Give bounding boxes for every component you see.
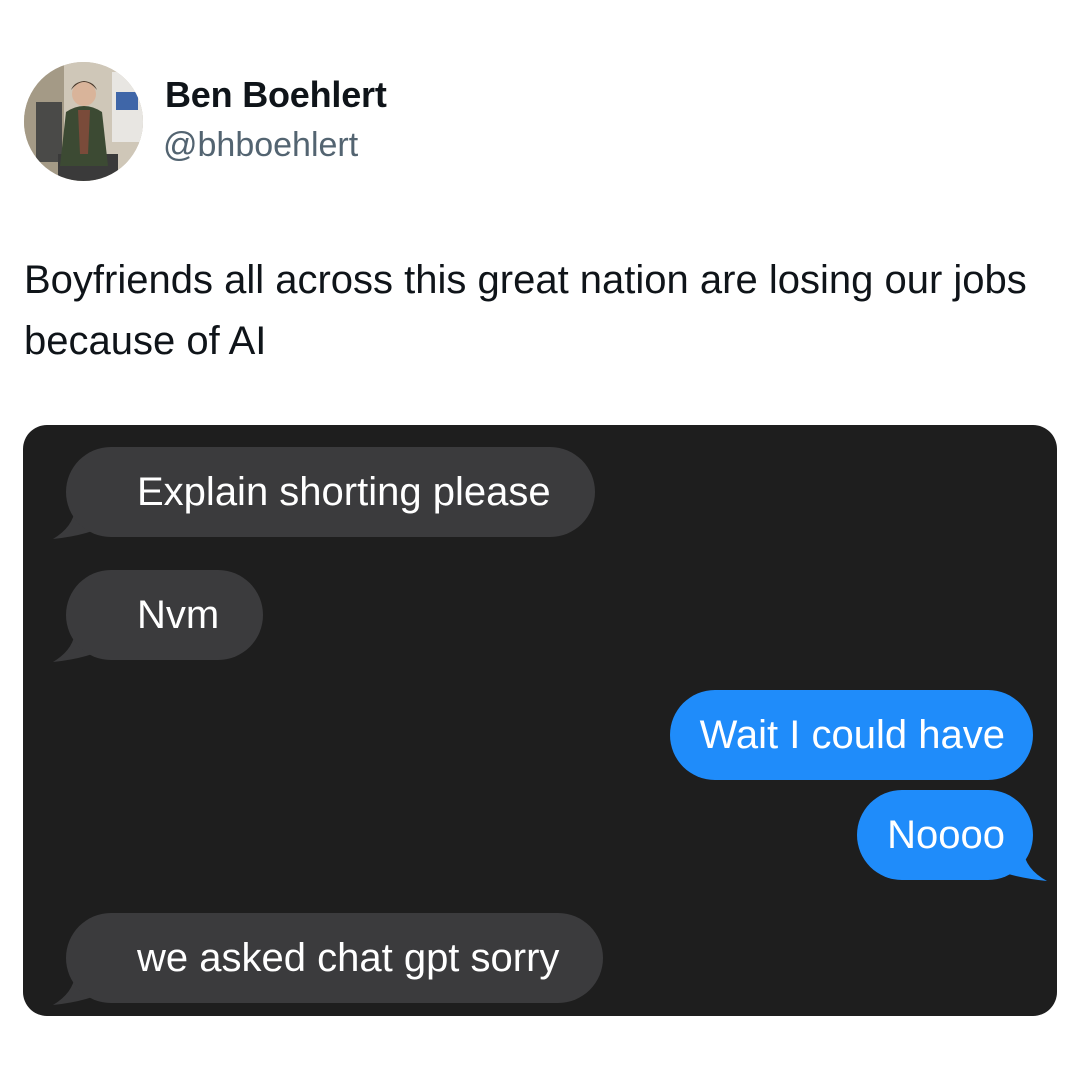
avatar-image: [24, 62, 143, 181]
message-bubble-received: Explain shorting please: [66, 447, 595, 537]
chat-screenshot[interactable]: Explain shorting please Nvm Wait I could…: [23, 425, 1057, 1016]
message-bubble-received: Nvm: [66, 570, 264, 660]
author-handle[interactable]: @bhboehlert: [163, 126, 358, 165]
avatar[interactable]: [24, 62, 143, 181]
message-bubble-sent: Noooo: [857, 790, 1033, 880]
author-name[interactable]: Ben Boehlert: [165, 74, 387, 116]
tweet-text: Boyfriends all across this great nation …: [24, 258, 1027, 363]
message-bubble-received: we asked chat gpt sorry: [66, 913, 604, 1003]
message-bubble-sent: Wait I could have: [669, 690, 1033, 780]
